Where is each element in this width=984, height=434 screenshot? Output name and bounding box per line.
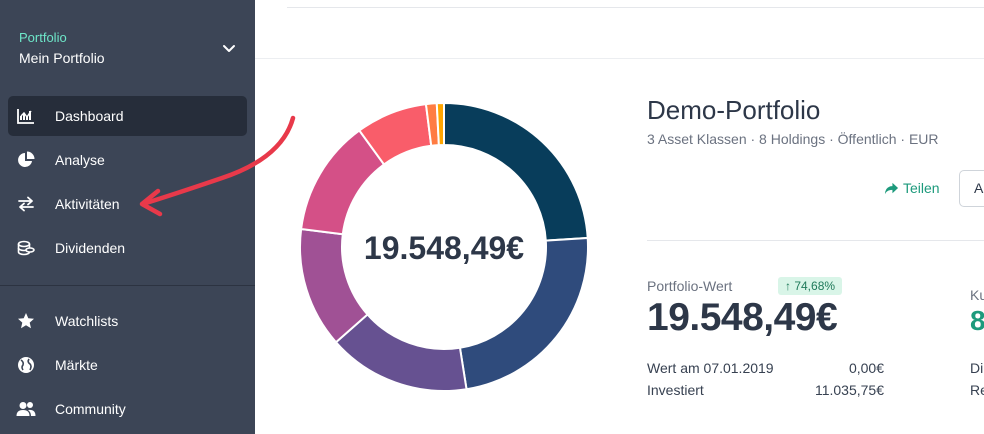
donut-slice-1[interactable] xyxy=(443,101,589,242)
page-title: Demo-Portfolio xyxy=(647,95,821,125)
sidebar-item-dividenden[interactable]: Dividenden xyxy=(8,228,247,268)
sidebar-divider xyxy=(0,285,255,286)
cut-off-value: 8 xyxy=(970,305,984,336)
sidebar-item-dashboard[interactable]: Dashboard xyxy=(8,96,247,136)
sidebar-item-maerkte[interactable]: Märkte xyxy=(8,345,247,385)
coins-icon xyxy=(16,238,36,258)
swap-arrows-icon xyxy=(16,194,36,214)
cut-off-label: Ku xyxy=(970,287,984,303)
action-button[interactable]: A xyxy=(959,170,984,207)
donut-slice-8[interactable] xyxy=(435,101,445,147)
sidebar-item-label: Dividenden xyxy=(55,240,126,256)
sidebar-item-label: Aktivitäten xyxy=(55,196,120,212)
portfolio-switcher-name: Mein Portfolio xyxy=(19,50,105,66)
portfolio-value-label: Portfolio-Wert xyxy=(647,278,733,294)
stat-value: 11.035,75€ xyxy=(814,382,884,398)
main-content: 19.548,49€ Demo-Portfolio 3 Asset Klasse… xyxy=(255,0,984,434)
cut-off-row: Di xyxy=(970,360,984,376)
portfolio-card: 19.548,49€ Demo-Portfolio 3 Asset Klasse… xyxy=(255,58,984,434)
sidebar: Portfolio Mein Portfolio Dashboard Analy… xyxy=(0,0,255,434)
chevron-down-icon[interactable] xyxy=(221,40,237,56)
secondary-nav: Watchlists Märkte Community xyxy=(8,301,247,433)
sidebar-item-watchlists[interactable]: Watchlists xyxy=(8,301,247,341)
change-badge: ↑ 74,68% xyxy=(778,277,843,295)
sidebar-item-label: Community xyxy=(55,401,126,417)
sidebar-item-label: Watchlists xyxy=(55,313,119,329)
sidebar-item-label: Analyse xyxy=(55,152,105,168)
share-button[interactable]: Teilen xyxy=(884,180,940,196)
share-label: Teilen xyxy=(903,180,940,196)
globe-icon xyxy=(16,355,36,375)
stat-label: Investiert xyxy=(647,382,704,398)
top-area xyxy=(255,0,984,58)
sidebar-item-community[interactable]: Community xyxy=(8,389,247,429)
sidebar-item-label: Märkte xyxy=(55,357,98,373)
portfolio-value: 19.548,49€ xyxy=(647,296,838,339)
cut-off-row: Re xyxy=(970,382,984,398)
top-card xyxy=(287,0,984,8)
users-icon xyxy=(16,399,36,419)
portfolio-switcher[interactable]: Portfolio Mein Portfolio xyxy=(19,30,241,68)
sidebar-item-analyse[interactable]: Analyse xyxy=(8,140,247,180)
donut-center-value: 19.548,49€ xyxy=(363,230,525,266)
divider xyxy=(647,240,984,241)
star-icon xyxy=(16,311,36,331)
stat-value: 0,00€ xyxy=(848,360,884,376)
pie-chart-icon xyxy=(16,150,36,170)
portfolio-switcher-label: Portfolio xyxy=(19,30,67,45)
share-icon xyxy=(884,182,899,194)
chart-line-icon xyxy=(16,106,36,126)
portfolio-meta: 3 Asset Klassen · 8 Holdings · Öffentlic… xyxy=(647,131,939,147)
sidebar-item-aktivitaeten[interactable]: Aktivitäten xyxy=(8,184,247,224)
main-nav: Dashboard Analyse Aktivitäten Dividenden xyxy=(8,96,247,272)
sidebar-item-label: Dashboard xyxy=(55,108,124,124)
